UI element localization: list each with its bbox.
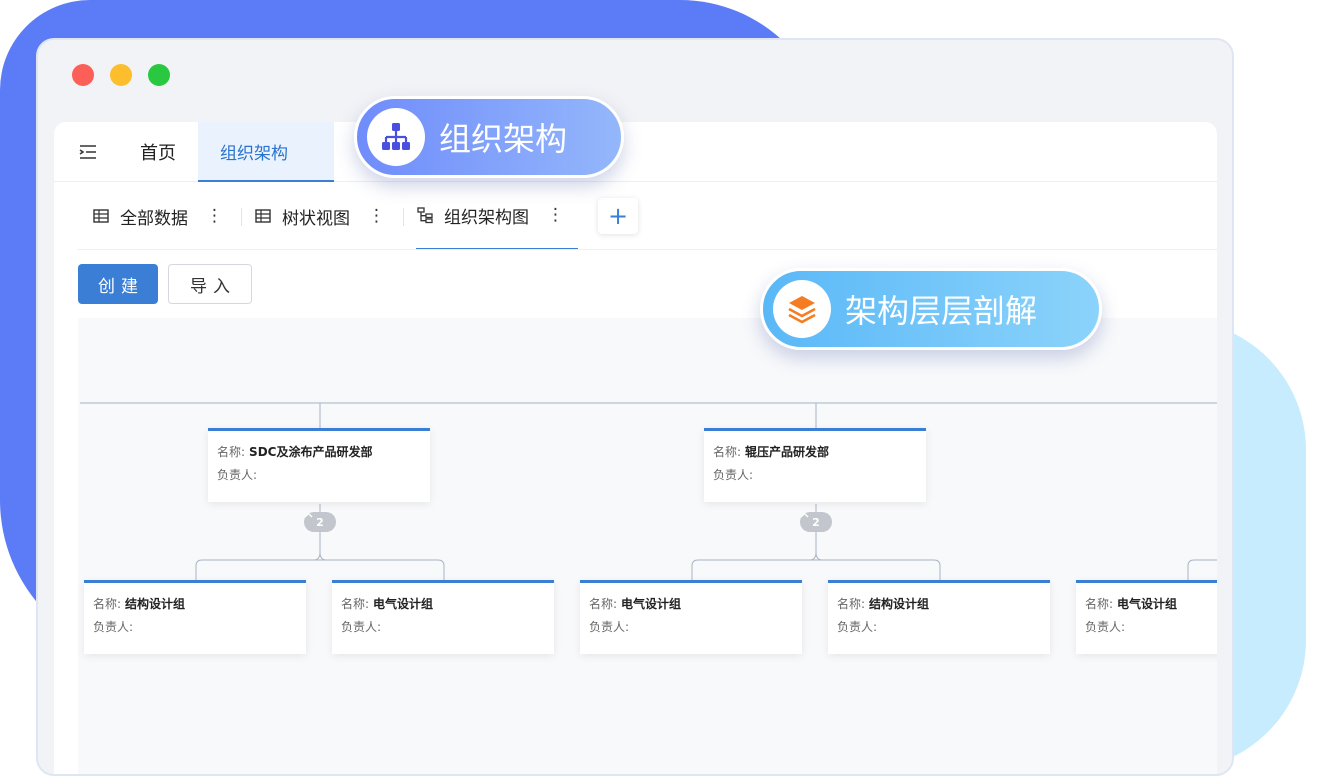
card-name-row: 名称: 电气设计组: [341, 595, 433, 612]
owner-label: 负责人:: [93, 620, 134, 634]
owner-label: 负责人:: [217, 468, 258, 482]
view-tab-label: 全部数据: [120, 208, 188, 229]
org-card-department[interactable]: 名称: 辊压产品研发部 负责人:: [704, 428, 926, 502]
minimize-window-button[interactable]: [110, 64, 132, 86]
org-card-group[interactable]: 名称: 结构设计组 负责人:: [84, 580, 306, 654]
child-count: 2: [316, 515, 324, 529]
nav-tab-home[interactable]: 首页: [140, 139, 176, 165]
divider: [78, 249, 1217, 250]
card-name: 电气设计组: [621, 597, 682, 611]
promo-badge-org: 组织架构: [354, 96, 624, 178]
child-count: 2: [812, 515, 820, 529]
chevron-up-icon: [800, 512, 809, 518]
add-view-button[interactable]: +: [598, 198, 638, 234]
layers-icon: [773, 280, 831, 338]
view-tab-tree[interactable]: 树状视图 ⋮: [254, 182, 385, 250]
view-tabs: 全部数据 ⋮ 树状视图 ⋮ 组织架构图 ⋮ +: [54, 182, 1217, 250]
menu-collapse-icon[interactable]: [78, 142, 98, 162]
import-button[interactable]: 导入: [168, 264, 252, 304]
tab-separator: [403, 208, 404, 226]
more-options-icon[interactable]: ⋮: [368, 206, 385, 226]
promo-badge-layers: 架构层层剖解: [760, 268, 1102, 350]
name-label: 名称:: [93, 597, 122, 611]
app-content: 首页 组织架构 全部数据 ⋮ 树状视图 ⋮ 组织架构图 ⋮ + 创建 导入 名称…: [54, 122, 1217, 774]
card-name: 电气设计组: [373, 597, 434, 611]
close-window-button[interactable]: [72, 64, 94, 86]
view-tab-org-chart[interactable]: 组织架构图 ⋮: [416, 182, 578, 250]
org-chart-connectors: [80, 402, 1217, 580]
card-name-row: 名称: 电气设计组: [1085, 595, 1177, 612]
org-chart-canvas[interactable]: 名称: SDC及涂布产品研发部 负责人: 2 名称: 辊压产品研发部 负责人: 2 …: [78, 318, 1217, 774]
card-owner-row: 负责人:: [1085, 618, 1125, 635]
card-name: 结构设计组: [869, 597, 930, 611]
card-name-row: 名称: SDC及涂布产品研发部: [217, 443, 372, 460]
org-card-group[interactable]: 名称: 电气设计组 负责人:: [332, 580, 554, 654]
card-name-row: 名称: 电气设计组: [589, 595, 681, 612]
org-card-department[interactable]: 名称: SDC及涂布产品研发部 负责人:: [208, 428, 430, 502]
org-card-group[interactable]: 名称: 结构设计组 负责人:: [828, 580, 1050, 654]
table-icon: [255, 209, 271, 223]
tab-separator: [241, 208, 242, 226]
name-label: 名称:: [713, 445, 742, 459]
view-tab-label: 树状视图: [282, 208, 350, 229]
card-owner-row: 负责人:: [589, 618, 629, 635]
owner-label: 负责人:: [837, 620, 878, 634]
promo-badge-label: 组织架构: [439, 120, 568, 158]
table-icon: [93, 209, 109, 223]
promo-badge-label: 架构层层剖解: [845, 292, 1038, 330]
collapse-children-button[interactable]: 2: [304, 512, 336, 532]
nav-tab-org[interactable]: 组织架构: [198, 122, 334, 182]
card-owner-row: 负责人:: [217, 466, 257, 483]
card-name: 结构设计组: [125, 597, 186, 611]
name-label: 名称:: [341, 597, 370, 611]
card-name-row: 名称: 结构设计组: [837, 595, 929, 612]
name-label: 名称:: [837, 597, 866, 611]
card-name: 电气设计组: [1117, 597, 1178, 611]
card-owner-row: 负责人:: [93, 618, 133, 635]
top-nav: 首页 组织架构: [54, 122, 1217, 182]
org-card-group[interactable]: 名称: 电气设计组 负责人:: [580, 580, 802, 654]
card-owner-row: 负责人:: [837, 618, 877, 635]
org-chart-icon: [417, 207, 433, 224]
more-options-icon[interactable]: ⋮: [547, 205, 564, 225]
card-name-row: 名称: 结构设计组: [93, 595, 185, 612]
name-label: 名称:: [1085, 597, 1114, 611]
nav-tab-org-label: 组织架构: [220, 144, 288, 164]
owner-label: 负责人:: [341, 620, 382, 634]
view-tab-label: 组织架构图: [444, 207, 529, 228]
card-name: SDC及涂布产品研发部: [249, 445, 373, 459]
app-window: 首页 组织架构 全部数据 ⋮ 树状视图 ⋮ 组织架构图 ⋮ + 创建 导入 名称…: [36, 38, 1234, 776]
org-structure-icon: [367, 108, 425, 166]
card-owner-row: 负责人:: [713, 466, 753, 483]
name-label: 名称:: [589, 597, 618, 611]
chevron-up-icon: [304, 512, 313, 518]
card-name-row: 名称: 辊压产品研发部: [713, 443, 829, 460]
owner-label: 负责人:: [589, 620, 630, 634]
card-owner-row: 负责人:: [341, 618, 381, 635]
maximize-window-button[interactable]: [148, 64, 170, 86]
more-options-icon[interactable]: ⋮: [206, 206, 223, 226]
owner-label: 负责人:: [1085, 620, 1126, 634]
create-button[interactable]: 创建: [78, 264, 158, 304]
name-label: 名称:: [217, 445, 246, 459]
owner-label: 负责人:: [713, 468, 754, 482]
collapse-children-button[interactable]: 2: [800, 512, 832, 532]
card-name: 辊压产品研发部: [745, 445, 830, 459]
view-tab-all-data[interactable]: 全部数据 ⋮: [92, 182, 223, 250]
org-card-group[interactable]: 名称: 电气设计组 负责人:: [1076, 580, 1217, 654]
